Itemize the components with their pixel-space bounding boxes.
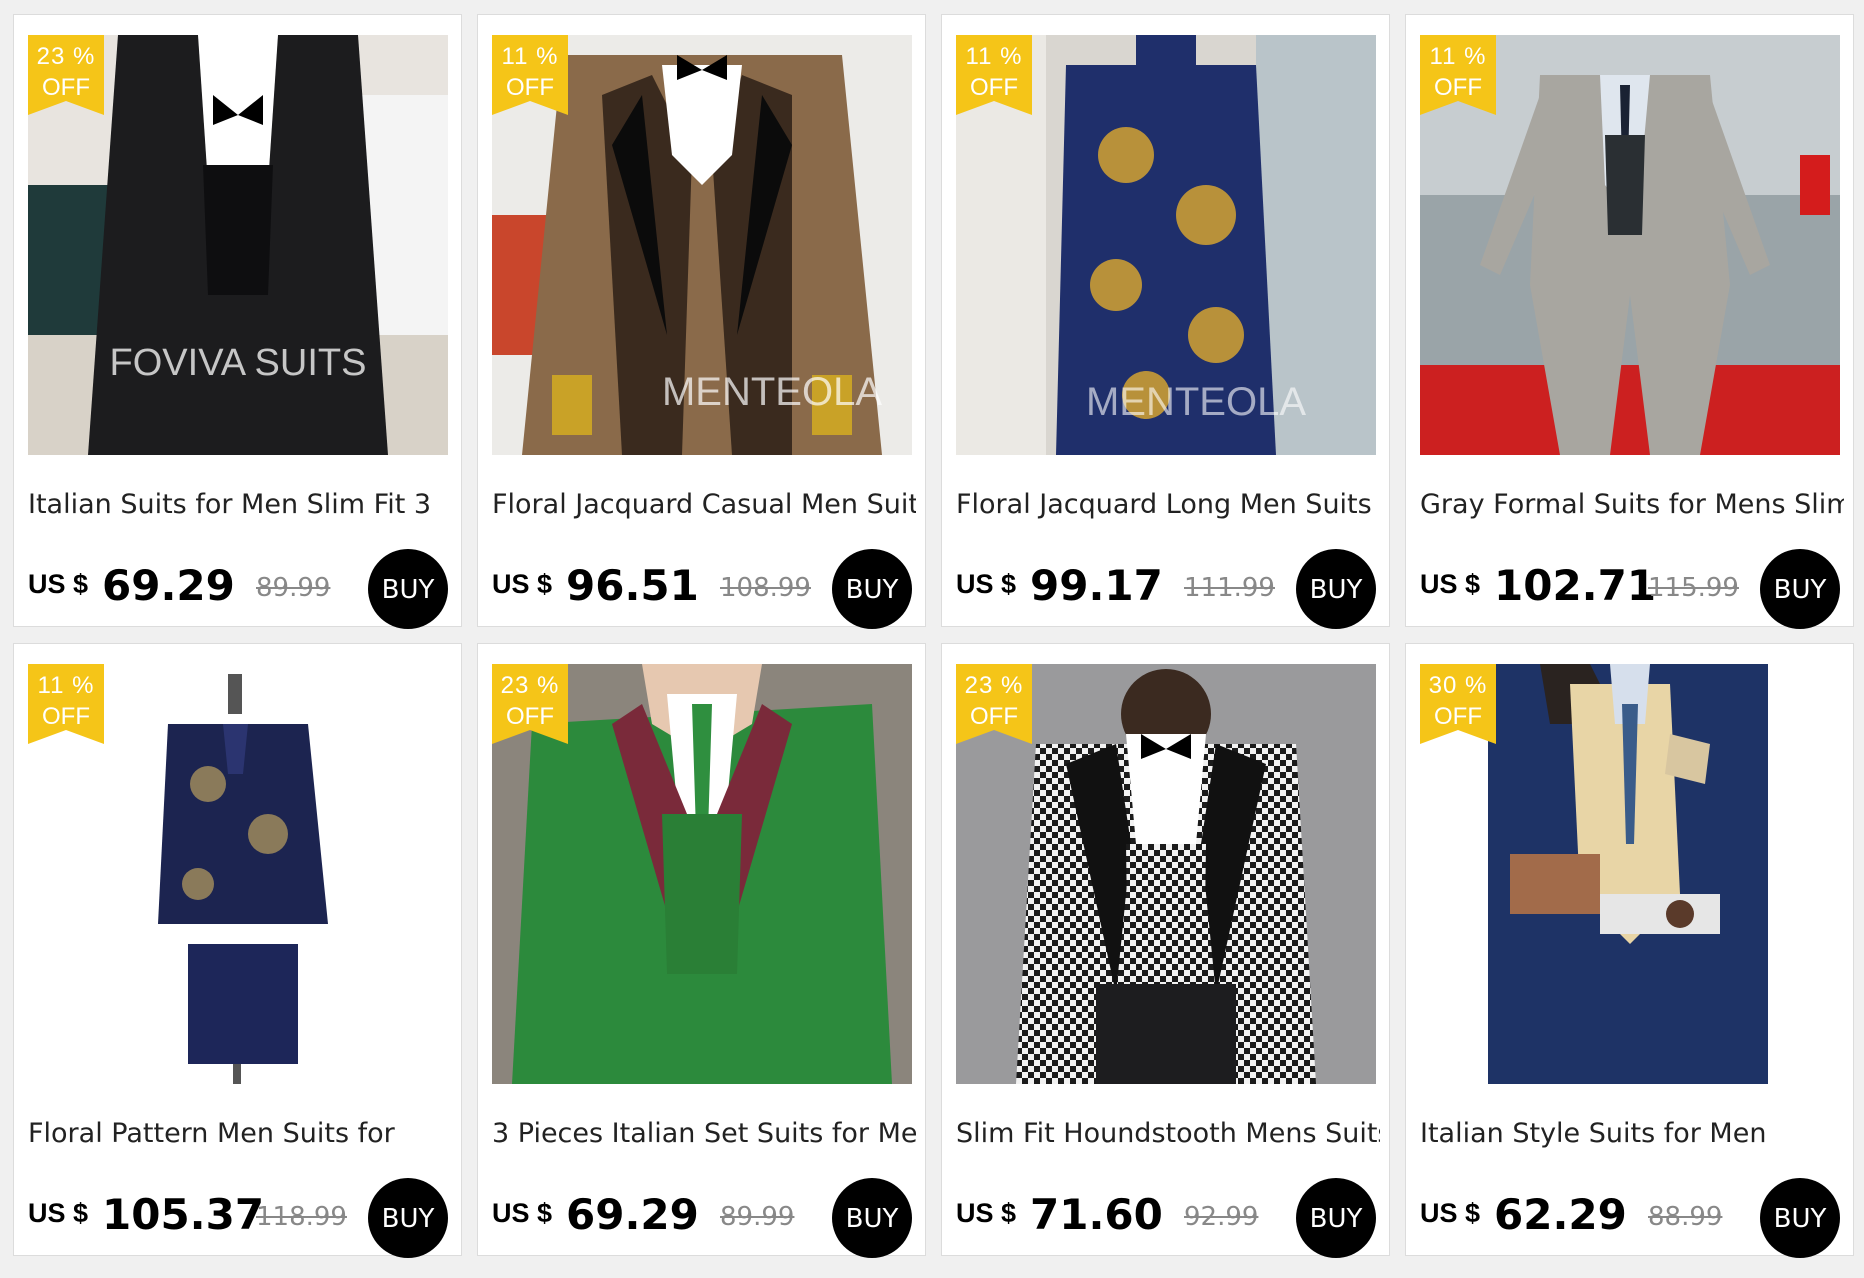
currency-label: US $: [1420, 569, 1481, 599]
original-price: 88.99: [1648, 1202, 1723, 1232]
original-price: 92.99: [1184, 1202, 1259, 1232]
price: 105.37: [102, 1190, 265, 1239]
original-price: 108.99: [720, 573, 811, 603]
image-watermark: FOVIVA SUITS: [110, 342, 367, 384]
discount-percent: 30 %: [1428, 672, 1488, 699]
original-price: 118.99: [256, 1202, 347, 1232]
discount-badge: 30 % OFF: [1420, 664, 1496, 744]
discount-badge: 11 % OFF: [956, 35, 1032, 115]
buy-button[interactable]: BUY: [1296, 549, 1376, 629]
product-title[interactable]: Floral Pattern Men Suits for: [28, 1118, 452, 1149]
image-watermark: MENTEOLA: [662, 370, 882, 414]
discount-off-label: OFF: [42, 74, 90, 101]
discount-percent: 23 %: [500, 672, 560, 699]
original-price: 111.99: [1184, 573, 1275, 603]
discount-off-label: OFF: [970, 703, 1018, 730]
discount-percent: 11 %: [1429, 43, 1487, 70]
buy-button[interactable]: BUY: [368, 1178, 448, 1258]
discount-badge: 23 % OFF: [492, 664, 568, 744]
buy-button[interactable]: BUY: [368, 549, 448, 629]
price: 71.60: [1030, 1190, 1163, 1239]
image-watermark: MENTEOLA: [1086, 380, 1306, 424]
price: 102.71: [1494, 561, 1657, 610]
product-card[interactable]: MENTEOLA 11 % OFF Floral Jacquard Casual…: [477, 14, 926, 629]
buy-button[interactable]: BUY: [1760, 549, 1840, 629]
product-card[interactable]: FOVIVA SUITS 23 % OFF Italian Suits for …: [13, 14, 462, 629]
product-card[interactable]: MENTEOLA 11 % OFF Floral Jacquard Long M…: [941, 14, 1390, 629]
buy-button[interactable]: BUY: [832, 1178, 912, 1258]
product-title[interactable]: Italian Suits for Men Slim Fit 3: [28, 489, 452, 520]
product-title[interactable]: Floral Jacquard Casual Men Suits: [492, 489, 916, 520]
discount-badge: 11 % OFF: [1420, 35, 1496, 115]
discount-off-label: OFF: [42, 703, 90, 730]
product-title[interactable]: 3 Pieces Italian Set Suits for Men: [492, 1118, 916, 1149]
product-card[interactable]: 30 % OFF Italian Style Suits for Men US …: [1405, 643, 1854, 1258]
discount-badge: 11 % OFF: [492, 35, 568, 115]
currency-label: US $: [28, 569, 89, 599]
price: 69.29: [102, 561, 235, 610]
discount-badge: 23 % OFF: [956, 664, 1032, 744]
product-card[interactable]: 23 % OFF Slim Fit Houndstooth Mens Suits…: [941, 643, 1390, 1258]
product-title[interactable]: Gray Formal Suits for Mens Slim: [1420, 489, 1844, 520]
currency-label: US $: [28, 1198, 89, 1228]
price: 62.29: [1494, 1190, 1627, 1239]
currency-label: US $: [1420, 1198, 1481, 1228]
discount-percent: 23 %: [964, 672, 1024, 699]
discount-off-label: OFF: [1434, 703, 1482, 730]
product-title[interactable]: Slim Fit Houndstooth Mens Suits: [956, 1118, 1380, 1149]
discount-percent: 11 %: [965, 43, 1023, 70]
price: 99.17: [1030, 561, 1163, 610]
original-price: 89.99: [720, 1202, 795, 1232]
product-card[interactable]: 23 % OFF 3 Pieces Italian Set Suits for …: [477, 643, 926, 1258]
product-title[interactable]: Italian Style Suits for Men: [1420, 1118, 1844, 1149]
discount-percent: 11 %: [37, 672, 95, 699]
price: 96.51: [566, 561, 699, 610]
product-title[interactable]: Floral Jacquard Long Men Suits: [956, 489, 1380, 520]
discount-off-label: OFF: [506, 703, 554, 730]
discount-off-label: OFF: [970, 74, 1018, 101]
discount-badge: 23 % OFF: [28, 35, 104, 115]
discount-percent: 11 %: [501, 43, 559, 70]
buy-button[interactable]: BUY: [832, 549, 912, 629]
currency-label: US $: [956, 569, 1017, 599]
product-card[interactable]: 11 % OFF Floral Pattern Men Suits for US…: [13, 643, 462, 1258]
discount-percent: 23 %: [36, 43, 96, 70]
buy-button[interactable]: BUY: [1296, 1178, 1376, 1258]
buy-button[interactable]: BUY: [1760, 1178, 1840, 1258]
discount-badge: 11 % OFF: [28, 664, 104, 744]
currency-label: US $: [492, 1198, 553, 1228]
currency-label: US $: [956, 1198, 1017, 1228]
currency-label: US $: [492, 569, 553, 599]
product-card[interactable]: 11 % OFF Gray Formal Suits for Mens Slim…: [1405, 14, 1854, 629]
original-price: 115.99: [1648, 573, 1739, 603]
discount-off-label: OFF: [506, 74, 554, 101]
price: 69.29: [566, 1190, 699, 1239]
original-price: 89.99: [256, 573, 331, 603]
discount-off-label: OFF: [1434, 74, 1482, 101]
